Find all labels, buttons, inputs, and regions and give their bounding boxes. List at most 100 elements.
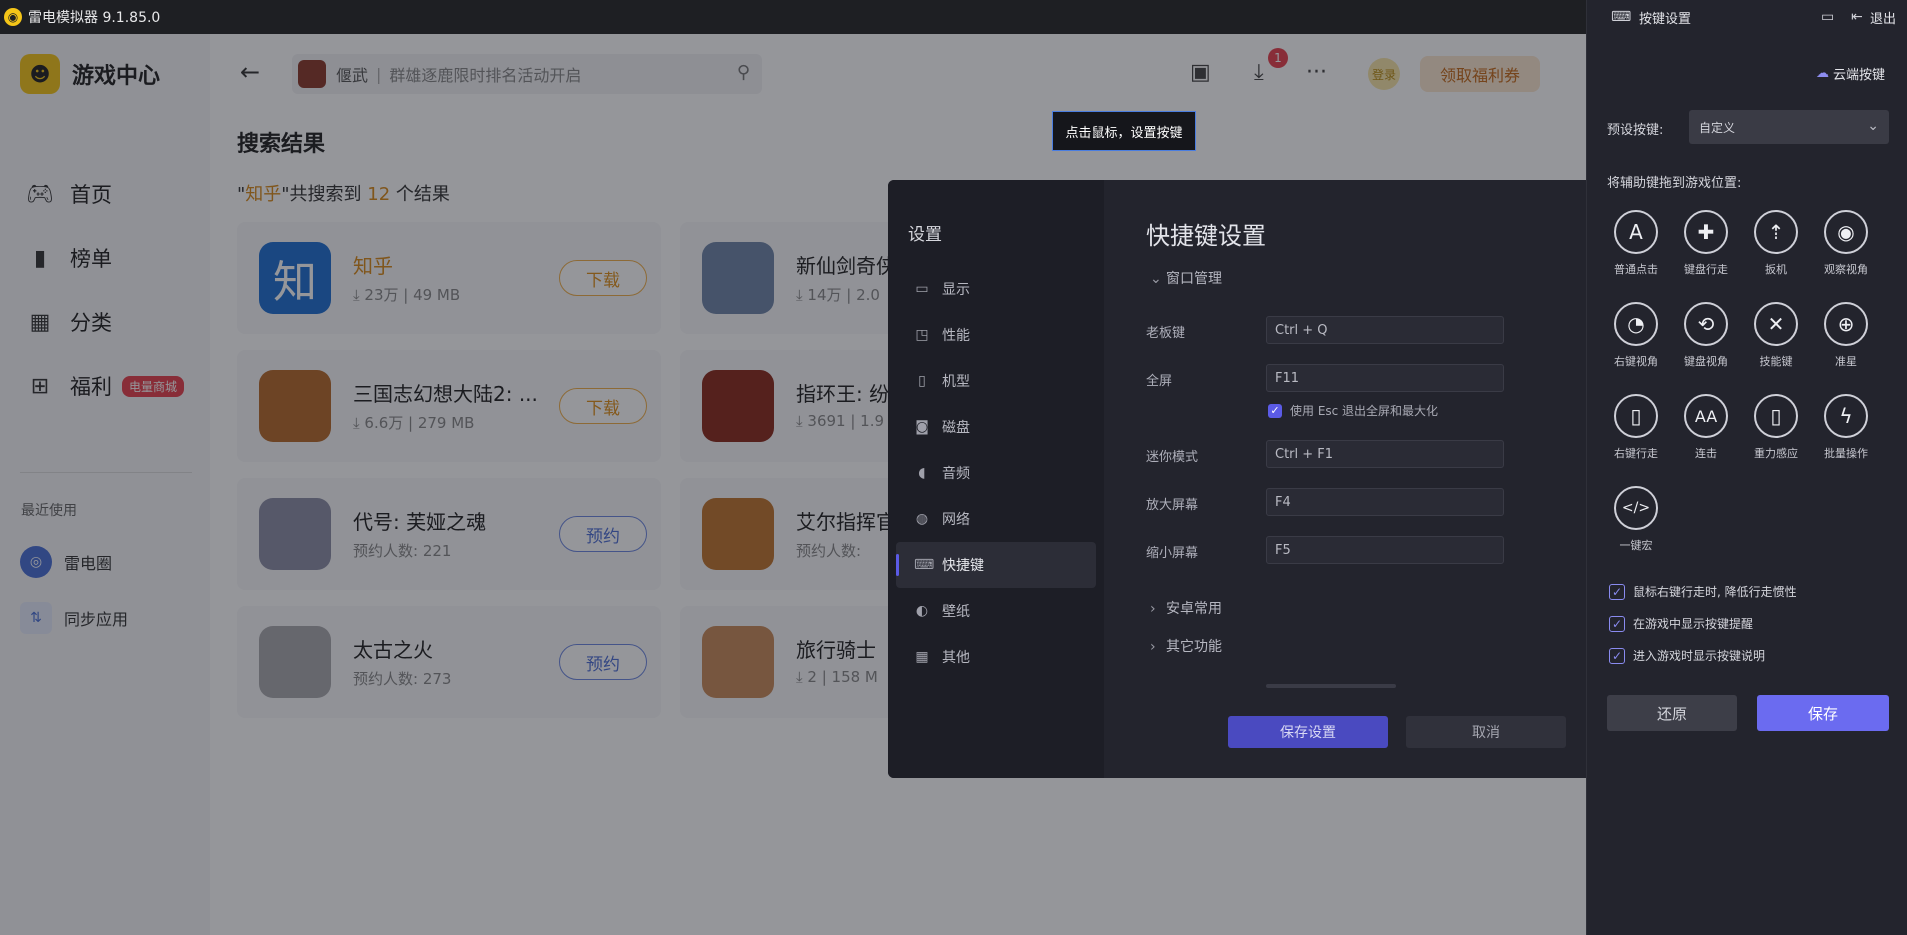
zoom-in-field[interactable]: F4 (1266, 488, 1504, 516)
performance-icon: ◳ (915, 327, 929, 343)
option-label: 进入游戏时显示按键说明 (1633, 649, 1766, 663)
folder-icon[interactable]: ▭ (1821, 9, 1834, 25)
title-bar: ◉ 雷电模拟器 9.1.85.0 (0, 0, 1586, 34)
key-keyboard-walk[interactable]: ✚ 键盘行走 (1671, 210, 1741, 277)
combo-icon: AA (1684, 394, 1728, 438)
chevron-down-icon: ⌄ (1150, 271, 1162, 287)
settings-tab-audio[interactable]: ◖ 音频 (896, 450, 1096, 496)
key-label: 观察视角 (1824, 263, 1868, 276)
settings-tab-other[interactable]: ▦ 其他 (896, 634, 1096, 680)
preset-value: 自定义 (1699, 120, 1736, 135)
save-settings-button[interactable]: 保存设置 (1228, 716, 1388, 748)
key-label: 右键视角 (1614, 355, 1658, 368)
monitor-icon: ▭ (915, 281, 929, 297)
key-trigger[interactable]: ⇡ 扳机 (1741, 210, 1811, 277)
key-label: 批量操作 (1824, 447, 1868, 460)
option-label: 在游戏中显示按键提醒 (1633, 617, 1754, 631)
section-label: 窗口管理 (1166, 271, 1222, 287)
zoom-out-field[interactable]: F5 (1266, 536, 1504, 564)
save-button[interactable]: 保存 (1757, 695, 1889, 731)
tab-label: 磁盘 (942, 420, 970, 436)
settings-tab-wallpaper[interactable]: ◐ 壁纸 (896, 588, 1096, 634)
checkbox-checked-icon[interactable]: ✓ (1609, 583, 1625, 600)
settings-menu: ▭ 显示 ◳ 性能 ▯ 机型 ◙ 磁盘 ◖ 音频 ◍ 网络 ⌨ 快捷键 ◐ 壁纸 ▦ 其他 (896, 266, 1096, 680)
key-right-mouse-view[interactable]: ◔ 右键视角 (1601, 302, 1671, 369)
settings-tab-network[interactable]: ◍ 网络 (896, 496, 1096, 542)
key-gravity[interactable]: ▯ 重力感应 (1741, 394, 1811, 461)
checkbox-checked-icon[interactable]: ✓ (1609, 615, 1625, 632)
fullscreen-field[interactable]: F11 (1266, 364, 1504, 392)
settings-tab-display[interactable]: ▭ 显示 (896, 266, 1096, 312)
settings-dialog: 设置 ▭ 显示 ◳ 性能 ▯ 机型 ◙ 磁盘 ◖ 音频 ◍ 网络 ⌨ 快捷键 ◐ 壁纸 ▦ 其他 … (888, 180, 1586, 778)
keyboard-view-icon: ⟲ (1684, 302, 1728, 346)
exit-button[interactable]: 退出 (1870, 8, 1896, 27)
right-mouse-view-icon: ◔ (1614, 302, 1658, 346)
key-label: 一键宏 (1619, 539, 1653, 552)
globe-icon: ◍ (915, 511, 929, 527)
cloud-keys-button[interactable]: ☁ 云端按键 (1816, 64, 1885, 83)
key-label: 普通点击 (1614, 263, 1658, 276)
grid-icon: ▦ (915, 649, 929, 665)
key-label: 准星 (1835, 355, 1857, 368)
key-observe-view[interactable]: ◉ 观察视角 (1811, 210, 1881, 277)
palette-icon: ◐ (915, 603, 929, 619)
settings-sidebar: 设置 ▭ 显示 ◳ 性能 ▯ 机型 ◙ 磁盘 ◖ 音频 ◍ 网络 ⌨ 快捷键 ◐ 壁纸 ▦ 其他 (888, 180, 1104, 778)
key-label: 技能键 (1759, 355, 1793, 368)
shortcut-label: 放大屏幕 (1146, 498, 1199, 513)
option-label: 鼠标右键行走时, 降低行走惯性 (1633, 585, 1797, 599)
option-reduce-inertia[interactable]: ✓ 鼠标右键行走时, 降低行走惯性 (1609, 583, 1797, 600)
section-other[interactable]: › 其它功能 (1150, 636, 1222, 656)
tab-label: 性能 (942, 328, 970, 344)
set-key-tooltip: 点击鼠标，设置按键 (1052, 111, 1196, 151)
settings-tab-performance[interactable]: ◳ 性能 (896, 312, 1096, 358)
tab-label: 其他 (942, 650, 970, 666)
lightning-icon: ϟ (1824, 394, 1868, 438)
cancel-button[interactable]: 取消 (1406, 716, 1566, 748)
phone-model-icon: ▯ (918, 373, 926, 389)
key-combo[interactable]: AA 连击 (1671, 394, 1741, 461)
key-skill[interactable]: ✕ 技能键 (1741, 302, 1811, 369)
tab-label: 机型 (942, 374, 970, 390)
preset-select[interactable]: 自定义 ⌄ (1689, 110, 1889, 144)
cloud-label: 云端按键 (1832, 68, 1885, 83)
section-window-management[interactable]: ⌄ 窗口管理 (1150, 268, 1222, 288)
letter-a-icon: A (1614, 210, 1658, 254)
disk-icon: ◙ (915, 419, 929, 435)
key-right-mouse-walk[interactable]: ▯ 右键行走 (1601, 394, 1671, 461)
key-tap[interactable]: A 普通点击 (1601, 210, 1671, 277)
chevron-down-icon: ⌄ (1867, 118, 1879, 134)
key-panel-title: 按键设置 (1639, 11, 1692, 27)
tab-label: 显示 (942, 282, 970, 298)
checkbox-checked-icon[interactable]: ✓ (1268, 403, 1282, 418)
settings-title: 设置 (908, 225, 942, 245)
scrollbar[interactable] (1266, 684, 1396, 688)
option-show-key-guide[interactable]: ✓ 进入游戏时显示按键说明 (1609, 647, 1765, 664)
restore-button[interactable]: 还原 (1607, 695, 1737, 731)
section-android[interactable]: › 安卓常用 (1150, 598, 1222, 618)
esc-exit-option[interactable]: ✓ 使用 Esc 退出全屏和最大化 (1268, 402, 1438, 419)
key-label: 扳机 (1765, 263, 1787, 276)
boss-key-field[interactable]: Ctrl + Q (1266, 316, 1504, 344)
key-crosshair[interactable]: ⊕ 准星 (1811, 302, 1881, 369)
key-keyboard-view[interactable]: ⟲ 键盘视角 (1671, 302, 1741, 369)
shortcut-label: 全屏 (1146, 374, 1173, 389)
settings-tab-shortcuts[interactable]: ⌨ 快捷键 (896, 542, 1096, 588)
settings-tab-model[interactable]: ▯ 机型 (896, 358, 1096, 404)
mini-mode-field[interactable]: Ctrl + F1 (1266, 440, 1504, 468)
checkbox-checked-icon[interactable]: ✓ (1609, 647, 1625, 664)
crosshair-icon: ⊕ (1824, 302, 1868, 346)
section-label: 安卓常用 (1166, 601, 1222, 617)
shortcut-label: 迷你模式 (1146, 450, 1199, 465)
keyboard-icon: ⌨ (914, 557, 935, 573)
key-settings-panel: ⌨ 按键设置 ▭ ⇤ 退出 ☁ 云端按键 预设按键: 自定义 ⌄ 将辅助键拖到游… (1586, 0, 1907, 935)
eye-icon: ◉ (1824, 210, 1868, 254)
settings-tab-disk[interactable]: ◙ 磁盘 (896, 404, 1096, 450)
option-show-key-hints[interactable]: ✓ 在游戏中显示按键提醒 (1609, 615, 1753, 632)
key-batch[interactable]: ϟ 批量操作 (1811, 394, 1881, 461)
chevron-right-icon: › (1150, 601, 1156, 617)
exit-icon[interactable]: ⇤ (1851, 9, 1863, 25)
key-macro[interactable]: </> 一键宏 (1601, 486, 1671, 553)
mouse-icon: ▯ (1614, 394, 1658, 438)
dpad-icon: ✚ (1684, 210, 1728, 254)
audio-icon: ◖ (918, 465, 926, 481)
